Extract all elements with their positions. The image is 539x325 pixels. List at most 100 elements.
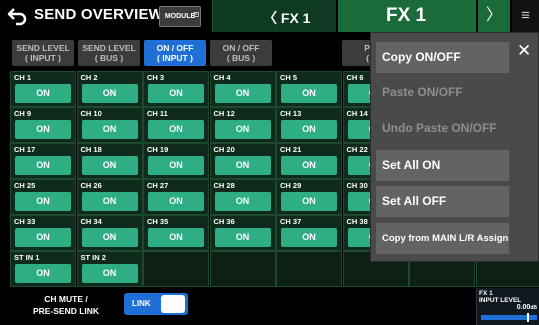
channel-label: CH 5 bbox=[280, 73, 298, 82]
menu-set-all-off[interactable]: Set All OFF bbox=[376, 186, 509, 217]
channel-label: CH 18 bbox=[80, 145, 102, 154]
channel-on-button[interactable]: ON bbox=[214, 228, 271, 247]
channel-on-button[interactable]: ON bbox=[214, 156, 271, 175]
channel-label: CH 30 bbox=[346, 181, 368, 190]
prev-fx-label: 〈 FX 1 bbox=[263, 10, 311, 26]
channel-label: CH 38 bbox=[346, 217, 368, 226]
channel-label: CH 6 bbox=[346, 73, 364, 82]
channel-label: CH 10 bbox=[80, 109, 102, 118]
channel-on-button[interactable]: ON bbox=[81, 228, 138, 247]
input-level-bar bbox=[481, 313, 537, 322]
mute-link-label: CH MUTE / PRE-SEND LINK bbox=[32, 294, 100, 316]
channel-cell: CH 11 ON bbox=[143, 107, 209, 143]
channel-label: CH 22 bbox=[346, 145, 368, 154]
module-button[interactable]: MODULE ◰ bbox=[159, 6, 201, 27]
link-toggle[interactable]: LINK bbox=[124, 293, 188, 315]
channel-label: CH 9 bbox=[14, 109, 32, 118]
prev-fx-button[interactable]: 〈 FX 1 bbox=[212, 0, 336, 32]
channel-on-button[interactable]: ON bbox=[81, 84, 138, 103]
channel-label: CH 33 bbox=[14, 217, 36, 226]
link-toggle-label: LINK bbox=[132, 299, 151, 308]
empty-cell bbox=[209, 251, 276, 287]
close-icon[interactable]: ✕ bbox=[517, 41, 531, 61]
channel-label: CH 37 bbox=[280, 217, 302, 226]
channel-on-button[interactable]: ON bbox=[81, 120, 138, 139]
channel-on-button[interactable]: ON bbox=[15, 120, 71, 139]
menu-copy-on-off[interactable]: Copy ON/OFF bbox=[376, 42, 509, 73]
tab-on-off-bus[interactable]: ON / OFF( BUS ) bbox=[210, 40, 272, 66]
current-fx-display: FX 1 bbox=[338, 0, 476, 32]
channel-on-button[interactable]: ON bbox=[81, 156, 138, 175]
channel-on-button[interactable]: ON bbox=[148, 84, 204, 103]
channel-on-button[interactable]: ON bbox=[281, 120, 337, 139]
channel-cell: CH 36 ON bbox=[209, 215, 276, 251]
channel-on-button[interactable]: ON bbox=[148, 228, 204, 247]
options-popup-menu: ✕ Copy ON/OFF Paste ON/OFF Undo Paste ON… bbox=[370, 32, 539, 262]
channel-cell: CH 18 ON bbox=[76, 143, 143, 179]
channel-cell: CH 3 ON bbox=[143, 71, 209, 107]
channel-on-button[interactable]: ON bbox=[15, 156, 71, 175]
channel-label: CH 35 bbox=[147, 217, 169, 226]
channel-on-button[interactable]: ON bbox=[15, 84, 71, 103]
channel-on-button[interactable]: ON bbox=[148, 120, 204, 139]
input-level-meter[interactable]: FX 1 INPUT LEVEL 0.00dB bbox=[476, 288, 539, 325]
channel-cell: CH 9 ON bbox=[10, 107, 76, 143]
channel-on-button[interactable]: ON bbox=[281, 156, 337, 175]
channel-on-button[interactable]: ON bbox=[148, 192, 204, 211]
channel-label: CH 27 bbox=[147, 181, 169, 190]
channel-cell: CH 33 ON bbox=[10, 215, 76, 251]
channel-label: CH 19 bbox=[147, 145, 169, 154]
header-bar: SEND OVERVIEW MODULE ◰ 〈 FX 1 FX 1 〉 ≡ bbox=[0, 0, 539, 32]
popout-icon: ◰ bbox=[193, 12, 199, 18]
channel-cell: ST IN 2 ON bbox=[76, 251, 143, 287]
page-title: SEND OVERVIEW bbox=[34, 6, 164, 23]
menu-icon[interactable]: ≡ bbox=[512, 0, 539, 32]
channel-on-button[interactable]: ON bbox=[214, 192, 271, 211]
level-marker bbox=[527, 313, 529, 322]
empty-cell bbox=[143, 251, 209, 287]
channel-cell: CH 26 ON bbox=[76, 179, 143, 215]
menu-undo-paste-on-off: Undo Paste ON/OFF bbox=[382, 121, 497, 135]
channel-cell: CH 29 ON bbox=[276, 179, 342, 215]
channel-on-button[interactable]: ON bbox=[15, 228, 71, 247]
tab-send-level-bus[interactable]: SEND LEVEL( BUS ) bbox=[78, 40, 140, 66]
channel-label: CH 21 bbox=[280, 145, 302, 154]
channel-label: CH 25 bbox=[14, 181, 36, 190]
tab-on-off-input[interactable]: ON / OFF( INPUT ) bbox=[144, 40, 206, 66]
channel-cell: CH 10 ON bbox=[76, 107, 143, 143]
channel-label: CH 26 bbox=[80, 181, 102, 190]
channel-cell: CH 25 ON bbox=[10, 179, 76, 215]
channel-label: CH 3 bbox=[147, 73, 165, 82]
channel-label: CH 4 bbox=[213, 73, 231, 82]
channel-label: CH 14 bbox=[346, 109, 368, 118]
menu-paste-on-off: Paste ON/OFF bbox=[382, 85, 463, 99]
channel-on-button[interactable]: ON bbox=[148, 156, 204, 175]
toggle-knob bbox=[161, 295, 185, 313]
channel-cell: CH 20 ON bbox=[209, 143, 276, 179]
channel-on-button[interactable]: ON bbox=[15, 192, 71, 211]
channel-label: CH 12 bbox=[213, 109, 235, 118]
channel-cell: ST IN 1 ON bbox=[10, 251, 76, 287]
module-label: MODULE bbox=[164, 13, 196, 20]
channel-cell: CH 2 ON bbox=[76, 71, 143, 107]
next-fx-button[interactable]: 〉 bbox=[478, 0, 510, 32]
channel-on-button[interactable]: ON bbox=[281, 84, 337, 103]
channel-on-button[interactable]: ON bbox=[81, 192, 138, 211]
menu-set-all-on[interactable]: Set All ON bbox=[376, 150, 509, 181]
channel-cell: CH 21 ON bbox=[276, 143, 342, 179]
channel-on-button[interactable]: ON bbox=[214, 84, 271, 103]
channel-on-button[interactable]: ON bbox=[281, 192, 337, 211]
channel-cell: CH 27 ON bbox=[143, 179, 209, 215]
back-arrow-icon[interactable] bbox=[6, 5, 28, 27]
channel-on-button[interactable]: ON bbox=[81, 264, 138, 283]
channel-cell: CH 13 ON bbox=[276, 107, 342, 143]
channel-label: CH 20 bbox=[213, 145, 235, 154]
tab-send-level-input[interactable]: SEND LEVEL( INPUT ) bbox=[12, 40, 74, 66]
channel-cell: CH 35 ON bbox=[143, 215, 209, 251]
channel-on-button[interactable]: ON bbox=[281, 228, 337, 247]
channel-label: ST IN 2 bbox=[80, 253, 106, 262]
channel-on-button[interactable]: ON bbox=[214, 120, 271, 139]
menu-copy-from-main-lr-assign[interactable]: Copy from MAIN L/R Assign bbox=[376, 223, 509, 254]
empty-cell bbox=[276, 251, 342, 287]
channel-on-button[interactable]: ON bbox=[15, 264, 71, 283]
